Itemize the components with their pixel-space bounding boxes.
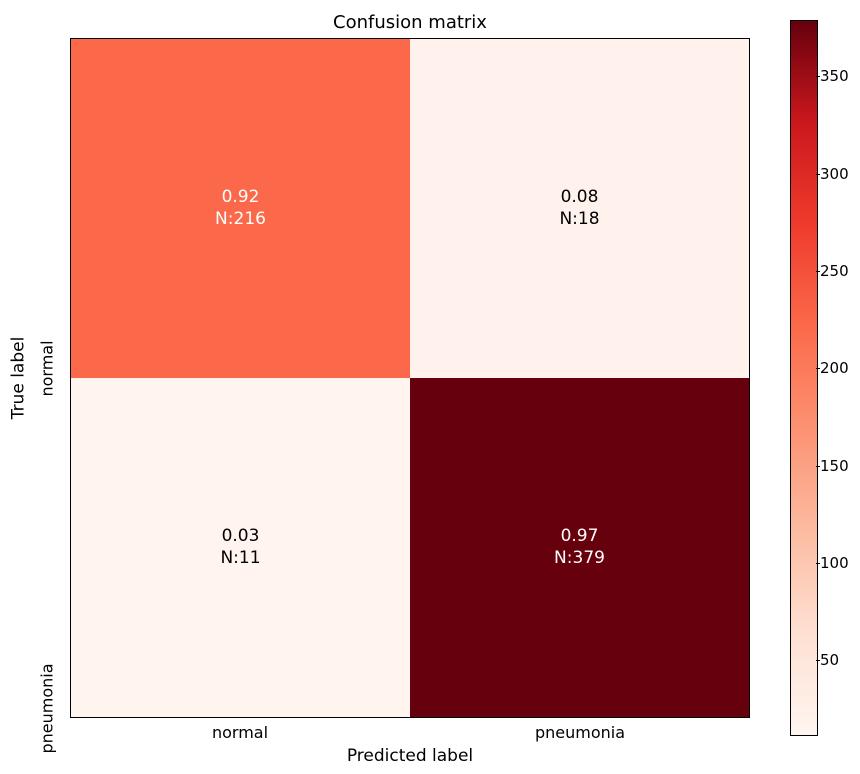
colorbar-tick: 300 xyxy=(820,165,849,183)
colorbar-tick: 350 xyxy=(820,67,849,85)
cell-normal-pneumonia: 0.08 18 xyxy=(410,39,749,378)
cell-count: 216 xyxy=(215,209,266,230)
x-tick-0: normal xyxy=(70,723,410,742)
y-tick-1: pneumonia xyxy=(32,378,62,718)
colorbar-tick: 100 xyxy=(820,554,849,572)
cell-proportion: 0.03 xyxy=(222,526,260,547)
colorbar-tick: 200 xyxy=(820,359,849,377)
cell-proportion: 0.92 xyxy=(222,187,260,208)
figure: Confusion matrix 0.92 216 0.08 18 0.03 1… xyxy=(0,0,860,774)
colorbar-tick: 250 xyxy=(820,262,849,280)
cell-pneumonia-pneumonia: 0.97 379 xyxy=(410,378,749,717)
y-axis-label: True label xyxy=(6,38,30,718)
cell-pneumonia-normal: 0.03 11 xyxy=(71,378,410,717)
cell-normal-normal: 0.92 216 xyxy=(71,39,410,378)
cell-proportion: 0.08 xyxy=(561,187,599,208)
heatmap-axes: 0.92 216 0.08 18 0.03 11 0.97 379 xyxy=(70,38,750,718)
cell-count: 379 xyxy=(554,548,605,569)
chart-title: Confusion matrix xyxy=(70,12,750,33)
x-axis-label: Predicted label xyxy=(70,746,750,766)
cell-count: 11 xyxy=(220,548,260,569)
colorbar xyxy=(790,20,818,736)
cell-count: 18 xyxy=(559,209,599,230)
colorbar-tick: 50 xyxy=(820,651,839,669)
colorbar-tick: 150 xyxy=(820,457,849,475)
cell-proportion: 0.97 xyxy=(561,526,599,547)
y-tick-0: normal xyxy=(32,38,62,378)
x-tick-1: pneumonia xyxy=(410,723,750,742)
colorbar-gradient xyxy=(791,21,817,735)
